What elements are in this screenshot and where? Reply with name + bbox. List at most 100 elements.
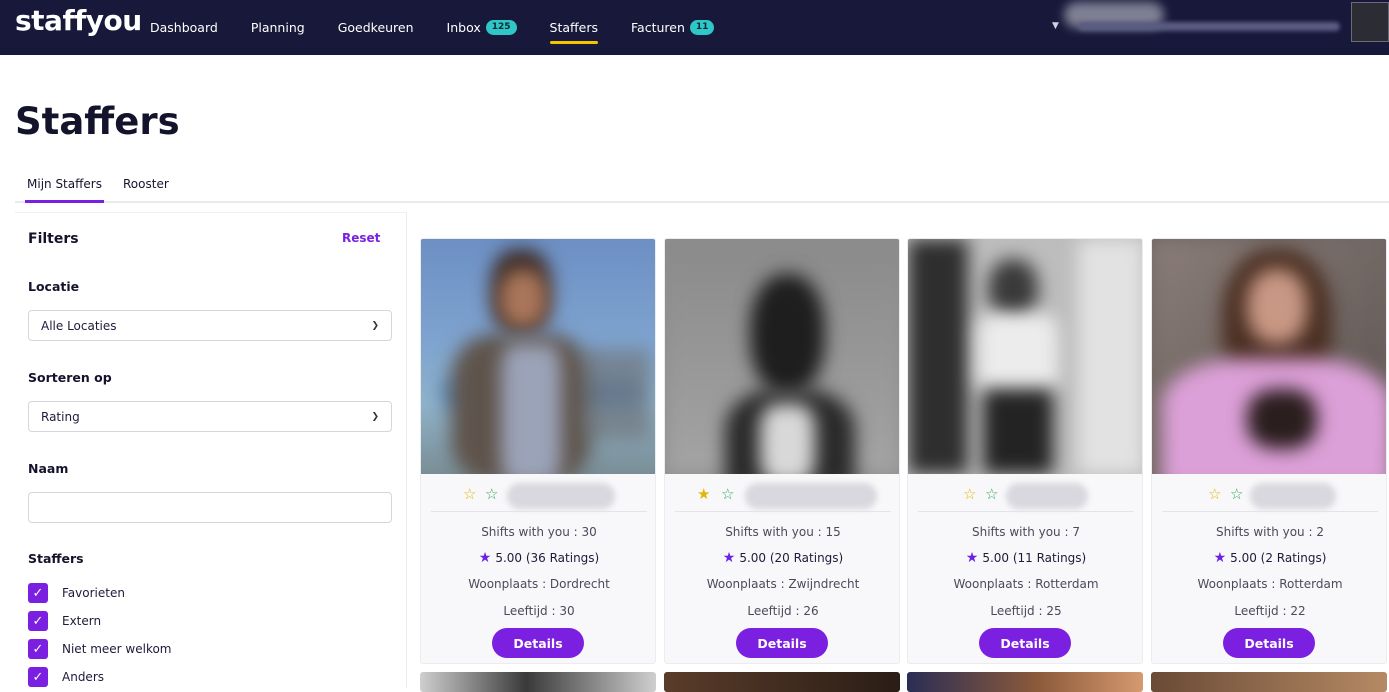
location-name-redacted [1078, 22, 1340, 31]
checkbox-anders[interactable]: ✓ Anders [28, 667, 104, 687]
city-line: Woonplaats : Rotterdam [1197, 577, 1343, 591]
star-outline-icon[interactable]: ☆ [963, 485, 976, 503]
card-divider [431, 511, 647, 512]
shifts-count: Shifts with you : 15 [725, 525, 841, 539]
nav-planning[interactable]: Planning [251, 8, 305, 48]
checkbox-label: Anders [62, 670, 104, 684]
account-switcher[interactable]: ▼ [1052, 0, 1347, 55]
nav-dashboard[interactable]: Dashboard [150, 8, 218, 48]
card-divider [1162, 511, 1378, 512]
age-line: Leeftijd : 25 [990, 604, 1062, 618]
nav-facturen[interactable]: Facturen 11 [631, 8, 715, 48]
filters-heading: Filters [28, 231, 79, 247]
staffers-tabs: Mijn Staffers Rooster [15, 175, 1389, 203]
user-avatar[interactable] [1351, 2, 1389, 42]
age-line: Leeftijd : 26 [747, 604, 819, 618]
shifts-count: Shifts with you : 7 [972, 525, 1080, 539]
rating-text: 5.00 (2 Ratings) [1230, 551, 1327, 565]
star-outline-icon[interactable]: ☆ [463, 485, 476, 503]
star-outline-icon[interactable]: ☆ [1230, 485, 1243, 503]
staffer-photo [1152, 239, 1386, 474]
checkbox-extern[interactable]: ✓ Extern [28, 611, 101, 631]
card-header-row: ☆ ☆ [421, 483, 655, 511]
details-button[interactable]: Details [736, 628, 828, 658]
reset-filters-link[interactable]: Reset [342, 231, 380, 245]
rating-text: 5.00 (11 Ratings) [982, 551, 1087, 565]
rating-text: 5.00 (36 Ratings) [495, 551, 600, 565]
staffer-card: ☆ ☆ Shifts with you : 2 ★ 5.00 (2 Ratings… [1151, 238, 1387, 664]
star-icon: ★ [722, 550, 736, 566]
details-button[interactable]: Details [492, 628, 584, 658]
chevron-down-icon: ❯ [371, 320, 379, 331]
staffer-name-redacted [745, 483, 877, 509]
card-header-row: ★ ☆ [665, 483, 899, 511]
sort-label: Sorteren op [28, 370, 112, 385]
staffer-card-next-row [664, 672, 900, 692]
star-icon: ★ [1213, 550, 1227, 566]
rating-line: ★ 5.00 (11 Ratings) [908, 550, 1142, 566]
nav-label: Inbox [446, 20, 481, 35]
rating-text: 5.00 (20 Ratings) [739, 551, 844, 565]
name-label: Naam [28, 461, 69, 476]
caret-icon: ▼ [1052, 21, 1059, 31]
card-divider [918, 511, 1134, 512]
tab-mijn-staffers[interactable]: Mijn Staffers [25, 177, 104, 203]
staffer-card-next-row [420, 672, 656, 692]
checkbox-niet-meer-welkom[interactable]: ✓ Niet meer welkom [28, 639, 172, 659]
nav-label: Facturen [631, 20, 685, 35]
check-icon: ✓ [28, 583, 48, 603]
details-button[interactable]: Details [979, 628, 1071, 658]
city-line: Woonplaats : Zwijndrecht [706, 577, 860, 591]
staffer-card: ☆ ☆ Shifts with you : 30 ★ 5.00 (36 Ratin… [420, 238, 656, 664]
main-nav: Dashboard Planning Goedkeuren Inbox 125 S… [150, 0, 747, 55]
filter-panel: Filters Reset Locatie Alle Locaties ❯ So… [15, 212, 407, 688]
nav-staffers[interactable]: Staffers [549, 8, 599, 48]
nav-goedkeuren[interactable]: Goedkeuren [338, 8, 414, 48]
staffer-card-next-row [1151, 672, 1387, 692]
details-button[interactable]: Details [1223, 628, 1315, 658]
star-outline-icon[interactable]: ☆ [1208, 485, 1221, 503]
checkbox-label: Favorieten [62, 586, 125, 600]
star-outline-icon[interactable]: ☆ [485, 485, 498, 503]
facturen-count-badge: 11 [689, 20, 715, 35]
star-outline-icon[interactable]: ☆ [721, 485, 734, 503]
checkbox-label: Niet meer welkom [62, 642, 172, 656]
page-title: Staffers [15, 100, 180, 143]
location-label: Locatie [28, 279, 80, 294]
staffer-photo [421, 239, 655, 474]
check-icon: ✓ [28, 611, 48, 631]
rating-line: ★ 5.00 (36 Ratings) [421, 550, 655, 566]
rating-line: ★ 5.00 (2 Ratings) [1152, 550, 1386, 566]
checkbox-label: Extern [62, 614, 102, 628]
staffer-card: ☆ ☆ Shifts with you : 7 ★ 5.00 (11 Rating… [907, 238, 1143, 664]
staffers-filter-label: Staffers [28, 551, 84, 566]
check-icon: ✓ [28, 667, 48, 687]
rating-line: ★ 5.00 (20 Ratings) [665, 550, 899, 566]
checkbox-favorieten[interactable]: ✓ Favorieten [28, 583, 125, 603]
star-icon: ★ [478, 550, 492, 566]
age-line: Leeftijd : 22 [1234, 604, 1306, 618]
nav-label: Planning [250, 20, 305, 35]
staffyou-logo[interactable]: staffyou [15, 4, 142, 37]
inbox-count-badge: 125 [485, 20, 517, 35]
staffer-name-redacted [1006, 483, 1088, 509]
age-line: Leeftijd : 30 [503, 604, 575, 618]
shifts-count: Shifts with you : 2 [1216, 525, 1324, 539]
star-outline-icon[interactable]: ☆ [985, 485, 998, 503]
chevron-down-icon: ❯ [371, 411, 379, 422]
sort-select[interactable]: Rating ❯ [28, 401, 392, 432]
city-line: Woonplaats : Dordrecht [468, 577, 610, 591]
star-icon[interactable]: ★ [697, 485, 710, 503]
location-select[interactable]: Alle Locaties ❯ [28, 310, 392, 341]
location-selected-value: Alle Locaties [41, 318, 117, 333]
tab-rooster[interactable]: Rooster [121, 177, 171, 200]
nav-label: Dashboard [150, 20, 218, 35]
name-input[interactable] [28, 492, 392, 523]
staffer-card: ★ ☆ Shifts with you : 15 ★ 5.00 (20 Ratin… [664, 238, 900, 664]
top-navbar: staffyou Dashboard Planning Goedkeuren I… [0, 0, 1389, 55]
nav-label: Staffers [549, 20, 598, 35]
nav-inbox[interactable]: Inbox 125 [447, 8, 517, 48]
card-header-row: ☆ ☆ [908, 483, 1142, 511]
staffer-photo [665, 239, 899, 474]
card-divider [675, 511, 891, 512]
